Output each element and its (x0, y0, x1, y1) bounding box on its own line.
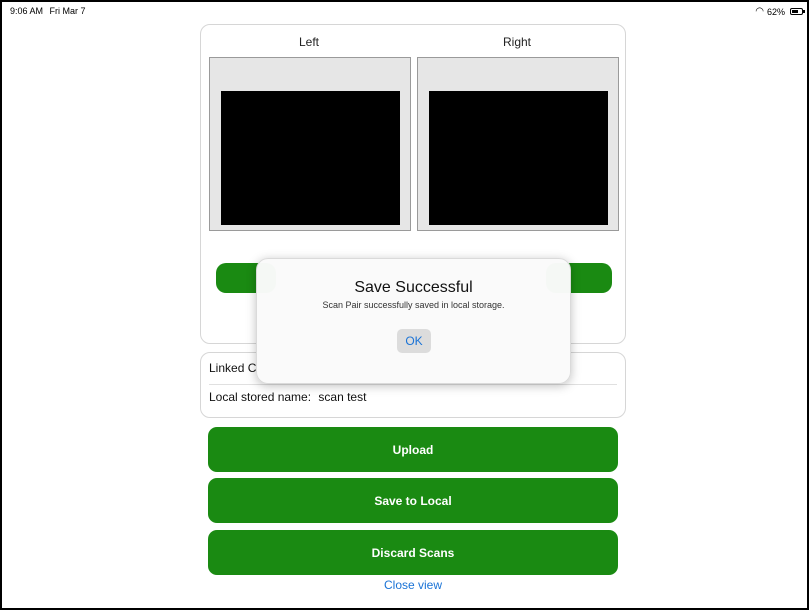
status-bar: 9:06 AM Fri Mar 7 ◠ 62% (2, 0, 807, 22)
left-label: Left (298, 35, 319, 49)
alert-title: Save Successful (354, 279, 473, 296)
alert-message: Scan Pair successfully saved in local st… (322, 300, 505, 310)
battery-icon (790, 8, 805, 15)
battery-percent: 62% (766, 6, 785, 17)
right-scan-image (429, 91, 608, 225)
linked-row: Linked C (209, 361, 257, 375)
status-date: Fri Mar 7 (49, 6, 86, 16)
close-view-link[interactable]: Close view (208, 578, 618, 592)
local-name-row: Local stored name: scan test (209, 390, 366, 404)
status-time: 9:06 AM Fri Mar 7 (10, 6, 86, 16)
alert-ok-button[interactable]: OK (397, 329, 431, 353)
save-to-local-button[interactable]: Save to Local (208, 478, 618, 523)
wifi-icon: ◠ (755, 6, 764, 17)
info-divider (209, 384, 617, 385)
upload-button[interactable]: Upload (208, 427, 618, 472)
left-scan-image (221, 91, 400, 225)
local-name-label: Local stored name: (209, 390, 312, 404)
app-screen: 9:06 AM Fri Mar 7 ◠ 62% Left Right Linke… (0, 0, 809, 610)
save-success-alert: Save Successful Scan Pair successfully s… (256, 258, 571, 384)
left-scan-panel[interactable] (209, 57, 411, 231)
status-indicators: ◠ 62% (755, 6, 805, 17)
right-scan-panel[interactable] (417, 57, 619, 231)
status-clock: 9:06 AM (10, 6, 44, 16)
discard-scans-button[interactable]: Discard Scans (208, 530, 618, 575)
local-name-value: scan test (318, 390, 367, 404)
right-label: Right (502, 35, 531, 49)
